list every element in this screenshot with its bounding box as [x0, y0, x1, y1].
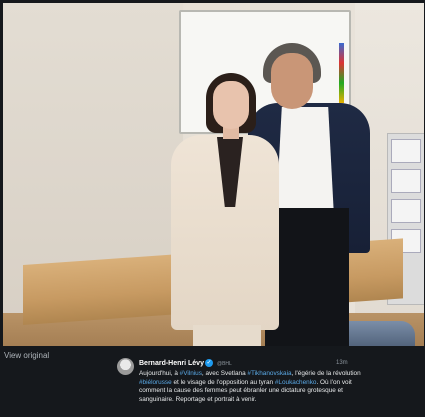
- whiteboard-markers: [339, 43, 344, 103]
- tweet-timestamp[interactable]: 13m: [336, 360, 348, 366]
- image-viewer: View original Bernard-Henri Lévy ✓ @BHL …: [0, 0, 425, 417]
- tweet-card: Bernard-Henri Lévy ✓ @BHL 13m Aujourd'hu…: [110, 350, 425, 417]
- tweet-text-segment: et le visage de l'opposition au tyran: [171, 378, 275, 386]
- tweet-text-segment: , avec Svetlana: [201, 370, 248, 377]
- hashtag-link[interactable]: #biélorusse: [139, 379, 172, 386]
- author-name[interactable]: Bernard-Henri Lévy: [139, 360, 204, 367]
- tweet-text-segment: , l'égérie de la révolution: [291, 370, 361, 377]
- man-face: [271, 53, 313, 109]
- brochure: [391, 139, 421, 163]
- woman-legs: [193, 325, 261, 346]
- view-original-link[interactable]: View original: [4, 351, 49, 360]
- man-shirt: [276, 107, 334, 217]
- tweet-text: Aujourd'hui, à #Vilnius, avec Svetlana #…: [139, 370, 367, 404]
- verified-badge-icon: ✓: [205, 359, 213, 367]
- author-handle[interactable]: @BHL: [217, 361, 232, 367]
- avatar[interactable]: [117, 358, 134, 375]
- brochure: [391, 169, 421, 193]
- hashtag-link[interactable]: #Vilnius: [180, 370, 202, 377]
- tweet-text-segment: Aujourd'hui, à: [139, 370, 180, 377]
- hashtag-link[interactable]: #Tikhanovskaia: [247, 370, 291, 377]
- hashtag-link[interactable]: #Loukachenko: [275, 379, 317, 386]
- woman-face: [213, 81, 249, 129]
- brochure: [391, 199, 421, 223]
- tweet-photo[interactable]: [3, 3, 424, 346]
